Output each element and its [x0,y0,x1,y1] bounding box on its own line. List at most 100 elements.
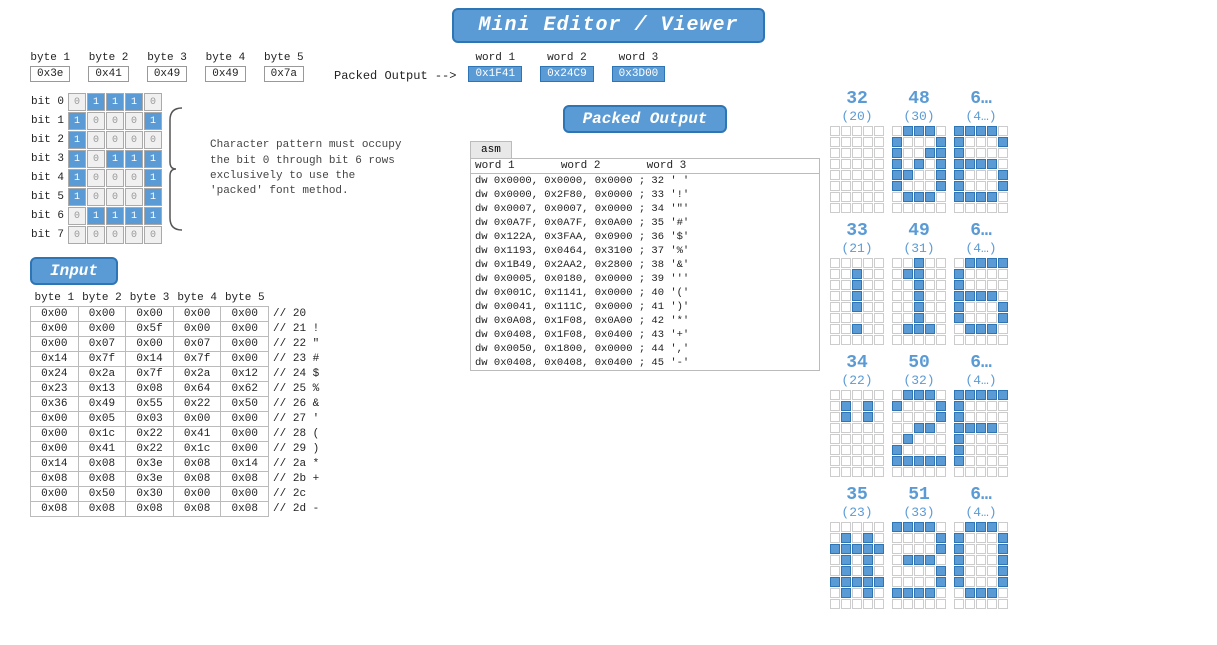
byte-value-1[interactable]: 0x3e [30,66,70,82]
bit-cell-2-4[interactable]: 0 [144,131,162,149]
input-cell-7-3[interactable]: 0x00 [173,412,221,427]
input-cell-4-3[interactable]: 0x2a [173,367,221,382]
input-cell-12-1[interactable]: 0x50 [78,487,126,502]
bit-cell-4-3[interactable]: 0 [125,169,143,187]
input-cell-12-3[interactable]: 0x00 [173,487,221,502]
input-cell-2-3[interactable]: 0x07 [173,337,221,352]
bit-cell-1-2[interactable]: 0 [106,112,124,130]
input-cell-8-0[interactable]: 0x00 [31,427,79,442]
input-cell-9-1[interactable]: 0x41 [78,442,126,457]
bit-cell-4-1[interactable]: 0 [87,169,105,187]
bit-cell-1-4[interactable]: 1 [144,112,162,130]
bit-cell-2-2[interactable]: 0 [106,131,124,149]
bit-cell-0-4[interactable]: 0 [144,93,162,111]
bit-cell-3-0[interactable]: 1 [68,150,86,168]
input-cell-1-4[interactable]: 0x00 [221,322,269,337]
bit-cell-1-3[interactable]: 0 [125,112,143,130]
input-cell-3-1[interactable]: 0x7f [78,352,126,367]
input-cell-0-3[interactable]: 0x00 [173,307,221,322]
bit-cell-6-2[interactable]: 1 [106,207,124,225]
input-cell-9-3[interactable]: 0x1c [173,442,221,457]
input-cell-11-4[interactable]: 0x08 [221,472,269,487]
input-cell-7-4[interactable]: 0x00 [221,412,269,427]
input-cell-2-2[interactable]: 0x00 [126,337,174,352]
bit-cell-4-0[interactable]: 1 [68,169,86,187]
input-cell-4-2[interactable]: 0x7f [126,367,174,382]
input-cell-13-1[interactable]: 0x08 [78,502,126,517]
bit-cell-6-0[interactable]: 0 [68,207,86,225]
bit-cell-3-4[interactable]: 1 [144,150,162,168]
input-cell-0-4[interactable]: 0x00 [221,307,269,322]
input-cell-11-2[interactable]: 0x3e [126,472,174,487]
input-cell-11-0[interactable]: 0x08 [31,472,79,487]
bit-cell-7-4[interactable]: 0 [144,226,162,244]
input-cell-4-4[interactable]: 0x12 [221,367,269,382]
bit-cell-2-1[interactable]: 0 [87,131,105,149]
input-cell-6-1[interactable]: 0x49 [78,397,126,412]
bit-cell-5-1[interactable]: 0 [87,188,105,206]
input-cell-3-4[interactable]: 0x00 [221,352,269,367]
input-cell-3-3[interactable]: 0x7f [173,352,221,367]
bit-cell-5-2[interactable]: 0 [106,188,124,206]
bit-cell-6-4[interactable]: 1 [144,207,162,225]
input-cell-6-0[interactable]: 0x36 [31,397,79,412]
bit-cell-3-1[interactable]: 0 [87,150,105,168]
input-cell-7-2[interactable]: 0x03 [126,412,174,427]
bit-cell-7-2[interactable]: 0 [106,226,124,244]
bit-cell-5-4[interactable]: 1 [144,188,162,206]
input-cell-0-2[interactable]: 0x00 [126,307,174,322]
input-cell-11-3[interactable]: 0x08 [173,472,221,487]
input-cell-6-2[interactable]: 0x55 [126,397,174,412]
bit-cell-1-1[interactable]: 0 [87,112,105,130]
bit-cell-4-4[interactable]: 1 [144,169,162,187]
bit-cell-6-3[interactable]: 1 [125,207,143,225]
input-cell-12-0[interactable]: 0x00 [31,487,79,502]
input-cell-12-2[interactable]: 0x30 [126,487,174,502]
input-cell-2-4[interactable]: 0x00 [221,337,269,352]
input-cell-5-2[interactable]: 0x08 [126,382,174,397]
input-cell-1-2[interactable]: 0x5f [126,322,174,337]
input-cell-5-3[interactable]: 0x64 [173,382,221,397]
bit-cell-3-2[interactable]: 1 [106,150,124,168]
input-cell-0-0[interactable]: 0x00 [31,307,79,322]
input-cell-1-0[interactable]: 0x00 [31,322,79,337]
input-cell-7-1[interactable]: 0x05 [78,412,126,427]
input-cell-13-2[interactable]: 0x08 [126,502,174,517]
input-cell-8-2[interactable]: 0x22 [126,427,174,442]
input-cell-5-1[interactable]: 0x13 [78,382,126,397]
bit-cell-0-3[interactable]: 1 [125,93,143,111]
input-cell-9-4[interactable]: 0x00 [221,442,269,457]
input-cell-8-4[interactable]: 0x00 [221,427,269,442]
input-cell-1-3[interactable]: 0x00 [173,322,221,337]
bit-cell-5-3[interactable]: 0 [125,188,143,206]
bit-cell-7-1[interactable]: 0 [87,226,105,244]
bit-cell-6-1[interactable]: 1 [87,207,105,225]
input-cell-1-1[interactable]: 0x00 [78,322,126,337]
byte-value-3[interactable]: 0x49 [147,66,187,82]
input-cell-6-4[interactable]: 0x50 [221,397,269,412]
input-cell-0-1[interactable]: 0x00 [78,307,126,322]
input-cell-7-0[interactable]: 0x00 [31,412,79,427]
input-cell-2-0[interactable]: 0x00 [31,337,79,352]
input-cell-10-0[interactable]: 0x14 [31,457,79,472]
bit-cell-0-1[interactable]: 1 [87,93,105,111]
input-cell-5-0[interactable]: 0x23 [31,382,79,397]
input-cell-12-4[interactable]: 0x00 [221,487,269,502]
byte-value-2[interactable]: 0x41 [88,66,128,82]
input-cell-5-4[interactable]: 0x62 [221,382,269,397]
input-cell-13-3[interactable]: 0x08 [173,502,221,517]
bit-cell-7-3[interactable]: 0 [125,226,143,244]
input-cell-3-2[interactable]: 0x14 [126,352,174,367]
input-cell-8-1[interactable]: 0x1c [78,427,126,442]
input-cell-4-0[interactable]: 0x24 [31,367,79,382]
bit-cell-4-2[interactable]: 0 [106,169,124,187]
input-cell-10-4[interactable]: 0x14 [221,457,269,472]
asm-tab[interactable]: asm [470,141,512,158]
byte-value-4[interactable]: 0x49 [205,66,245,82]
bit-cell-3-3[interactable]: 1 [125,150,143,168]
bit-cell-0-0[interactable]: 0 [68,93,86,111]
input-cell-10-3[interactable]: 0x08 [173,457,221,472]
bit-cell-5-0[interactable]: 1 [68,188,86,206]
bit-cell-0-2[interactable]: 1 [106,93,124,111]
input-cell-2-1[interactable]: 0x07 [78,337,126,352]
